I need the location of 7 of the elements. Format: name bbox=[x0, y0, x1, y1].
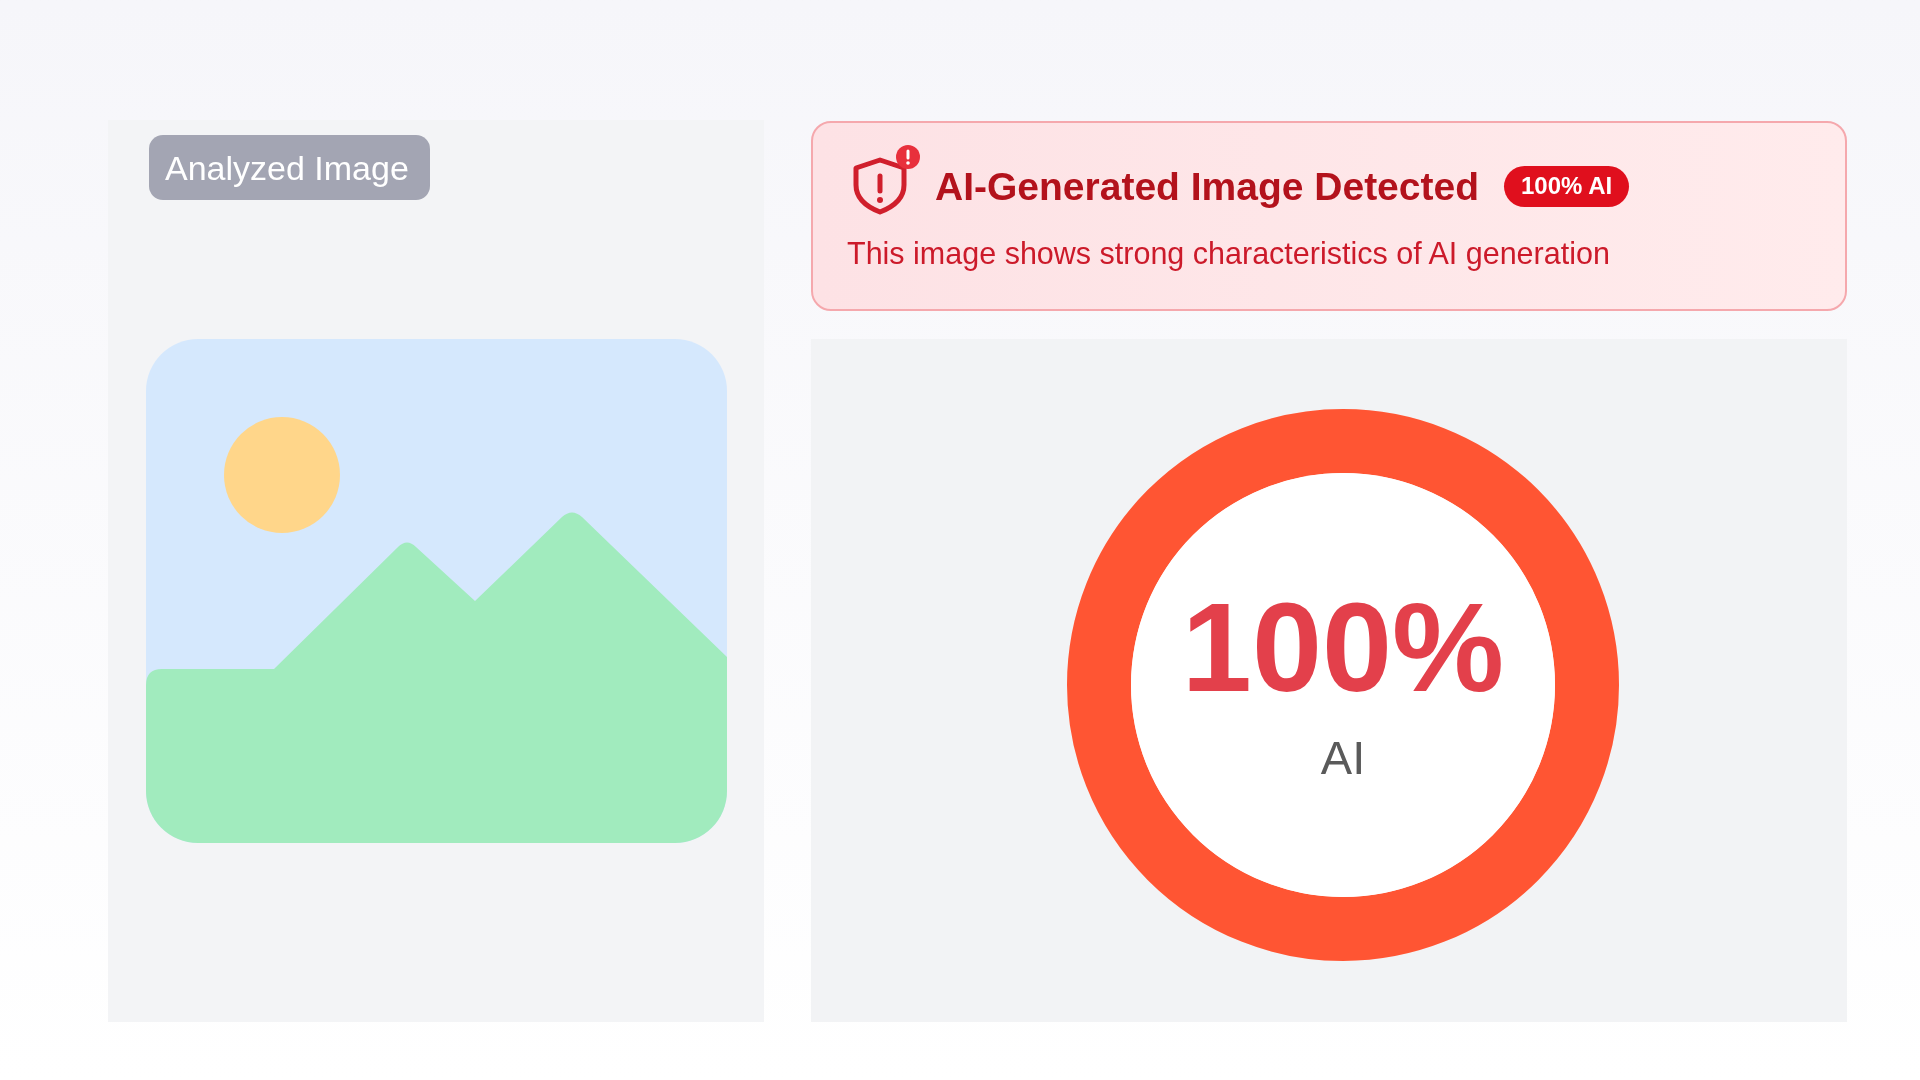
ai-score-badge: 100% AI bbox=[1504, 165, 1630, 207]
image-label: Analyzed Image bbox=[149, 135, 430, 200]
alert-title: AI-Generated Image Detected bbox=[935, 166, 1479, 206]
score-caption: AI bbox=[1320, 734, 1366, 781]
alert-message: This image shows strong characteristics of AI generation bbox=[847, 238, 1610, 269]
shield-alert-icon bbox=[853, 145, 920, 215]
score-value: 100% bbox=[1181, 585, 1505, 711]
